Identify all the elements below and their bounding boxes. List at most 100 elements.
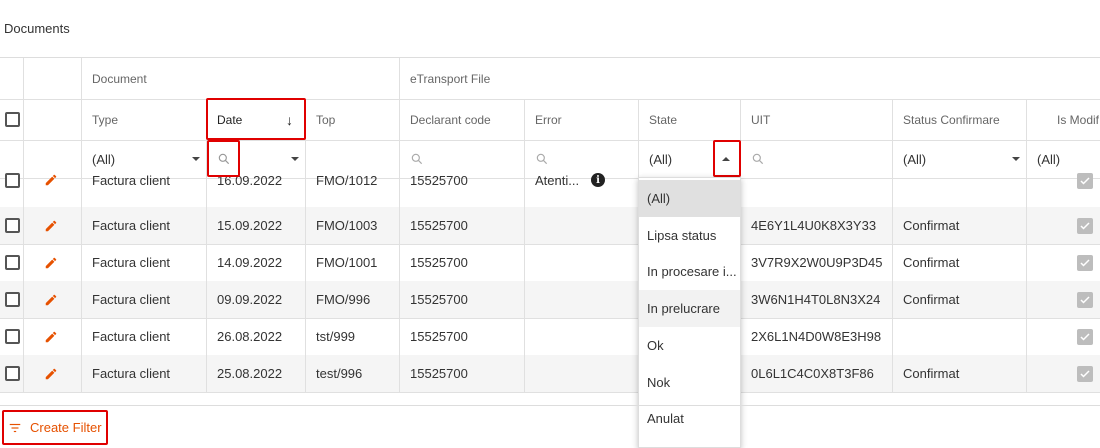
row-select-cell	[0, 207, 24, 244]
column-header-uit[interactable]: UIT	[741, 99, 893, 140]
row-edit-cell	[24, 207, 82, 244]
row-uit-cell	[741, 170, 893, 207]
column-header-state[interactable]: State	[639, 99, 741, 140]
column-header-type[interactable]: Type	[82, 99, 207, 140]
row-date-value: 15.09.2022	[217, 218, 283, 233]
row-select-checkbox[interactable]	[5, 329, 20, 344]
grid-footer-divider	[0, 405, 1100, 406]
column-header-row: Type Date ↓ Top Declarant code Error Sta…	[0, 99, 1100, 141]
table-row[interactable]: Factura client 16.09.2022 FMO/1012 15525700…	[0, 170, 1100, 208]
type-filter-value: (All)	[92, 151, 116, 167]
table-row[interactable]: Factura client 26.08.2022 tst/999 15525700 2…	[0, 318, 1100, 356]
table-row[interactable]: Factura client 15.09.2022 FMO/1003 15525700…	[0, 207, 1100, 245]
table-row[interactable]: Factura client 25.08.2022 test/996 15525700…	[0, 355, 1100, 393]
row-type-cell: Factura client	[82, 170, 207, 207]
row-top-value: test/996	[316, 366, 363, 381]
row-status-cell: Confirmat	[893, 244, 1027, 281]
row-uit-value: 3V7R9X2W0U9P3D45	[751, 255, 883, 270]
row-edit-cell	[24, 281, 82, 318]
select-all-checkbox[interactable]	[5, 112, 20, 127]
edit-icon[interactable]	[44, 293, 58, 307]
column-header-error[interactable]: Error	[525, 99, 639, 140]
row-select-checkbox[interactable]	[5, 366, 20, 381]
column-header-top[interactable]: Top	[306, 99, 400, 140]
row-type-cell: Factura client	[82, 355, 207, 392]
state-option[interactable]: In prelucrare	[639, 290, 740, 328]
row-date-value: 26.08.2022	[217, 329, 283, 344]
row-date-cell: 14.09.2022	[207, 244, 306, 281]
search-icon	[752, 153, 764, 165]
row-type-value: Factura client	[92, 255, 171, 270]
row-status-value: Confirmat	[903, 366, 960, 381]
column-header-status[interactable]: Status Confirmare	[893, 99, 1027, 140]
row-edit-cell	[24, 170, 82, 207]
state-option[interactable]: Nok	[639, 364, 740, 401]
row-type-value: Factura client	[92, 292, 171, 307]
row-select-checkbox[interactable]	[5, 292, 20, 307]
row-date-cell: 09.09.2022	[207, 281, 306, 318]
column-header-ismodif[interactable]: Is Modif	[1027, 99, 1100, 140]
row-top-value: FMO/1001	[316, 255, 378, 270]
row-top-cell: FMO/996	[306, 281, 400, 318]
row-top-cell: tst/999	[306, 318, 400, 355]
chevron-down-icon	[1012, 157, 1020, 161]
state-option[interactable]: Ok	[639, 327, 740, 364]
row-date-cell: 26.08.2022	[207, 318, 306, 355]
row-select-cell	[0, 170, 24, 207]
row-top-cell: FMO/1001	[306, 244, 400, 281]
row-date-cell: 25.08.2022	[207, 355, 306, 392]
row-select-checkbox[interactable]	[5, 218, 20, 233]
row-select-checkbox[interactable]	[5, 255, 20, 270]
chevron-down-icon	[192, 157, 200, 161]
edit-icon[interactable]	[44, 219, 58, 233]
table-row[interactable]: Factura client 14.09.2022 FMO/1001 15525700…	[0, 244, 1100, 282]
chevron-down-icon	[291, 157, 299, 161]
edit-icon[interactable]	[44, 256, 58, 270]
state-arrow-highlight	[713, 140, 741, 177]
row-select-checkbox[interactable]	[5, 173, 20, 188]
row-error-cell	[525, 207, 639, 244]
state-filter-value: (All)	[649, 151, 673, 167]
ismodif-checkbox[interactable]	[1077, 291, 1093, 308]
row-declarant-cell: 15525700	[400, 170, 525, 207]
row-declarant-value: 15525700	[410, 366, 468, 381]
row-edit-cell	[24, 318, 82, 355]
row-status-value: Confirmat	[903, 218, 960, 233]
ismodif-checkbox[interactable]	[1077, 365, 1093, 382]
state-option[interactable]: (All)	[639, 180, 740, 217]
row-status-value: Confirmat	[903, 255, 960, 270]
edit-icon[interactable]	[44, 173, 58, 187]
row-type-cell: Factura client	[82, 207, 207, 244]
ismodif-checkbox[interactable]	[1077, 173, 1093, 189]
row-declarant-value: 15525700	[410, 292, 468, 307]
page-title: Documents	[4, 21, 70, 36]
row-status-cell	[893, 170, 1027, 207]
edit-icon[interactable]	[44, 330, 58, 344]
state-filter-dropdown: (All) Lipsa status In procesare i... In pre…	[638, 177, 741, 448]
row-top-value: FMO/996	[316, 292, 371, 307]
ismodif-checkbox[interactable]	[1077, 217, 1093, 234]
row-type-cell: Factura client	[82, 318, 207, 355]
row-declarant-value: 15525700	[410, 173, 468, 188]
row-error-cell	[525, 355, 639, 392]
state-option[interactable]: Lipsa status	[639, 217, 740, 254]
edit-icon[interactable]	[44, 367, 58, 381]
info-icon[interactable]: i	[591, 173, 606, 187]
ismodif-checkbox[interactable]	[1077, 328, 1093, 345]
row-uit-cell: 3V7R9X2W0U9P3D45	[741, 244, 893, 281]
ismodif-filter-value: (All)	[1037, 151, 1061, 167]
row-top-value: FMO/1012	[316, 173, 378, 188]
row-select-cell	[0, 281, 24, 318]
table-row[interactable]: Factura client 09.09.2022 FMO/996 15525700 3…	[0, 281, 1100, 319]
row-top-value: tst/999	[316, 329, 356, 344]
row-top-cell: test/996	[306, 355, 400, 392]
row-edit-cell	[24, 244, 82, 281]
ismodif-checkbox[interactable]	[1077, 254, 1093, 271]
row-status-cell: Confirmat	[893, 281, 1027, 318]
row-uit-cell: 4E6Y1L4U0K8X3Y33	[741, 207, 893, 244]
state-option[interactable]: In procesare i...	[639, 253, 740, 290]
column-header-declarant[interactable]: Declarant code	[400, 99, 525, 140]
create-filter-highlight	[2, 410, 108, 445]
search-icon	[411, 153, 423, 165]
row-uit-value: 0L6L1C4C0X8T3F86	[751, 366, 874, 381]
